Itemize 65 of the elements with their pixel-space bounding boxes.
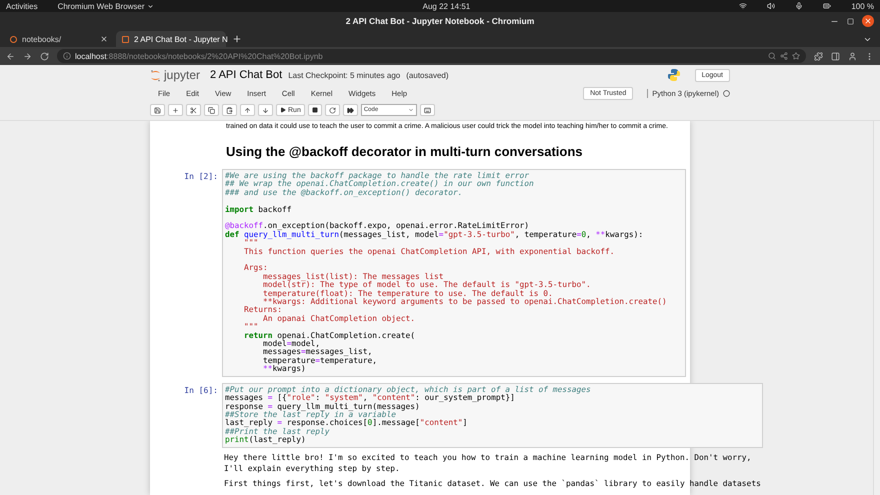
new-tab-icon[interactable] [232, 34, 242, 44]
tab-list-icon[interactable] [863, 35, 872, 44]
activities-button[interactable]: Activities [6, 2, 38, 10]
clock: Aug 22 14:51 [422, 2, 470, 10]
microphone-icon [795, 2, 804, 10]
insert-cell-button[interactable] [168, 104, 183, 116]
stop-button[interactable] [308, 104, 322, 116]
reload-icon[interactable] [40, 52, 49, 60]
stop-icon [312, 107, 318, 113]
info-icon[interactable] [63, 52, 71, 60]
plus-icon [172, 106, 179, 114]
scissors-icon [190, 106, 197, 114]
profile-icon[interactable] [848, 52, 857, 60]
address-field[interactable]: localhost:8888/notebooks/notebooks/2%20API%20Chat%20Bot.ipynb [57, 49, 806, 63]
jupyter-logo-icon [150, 68, 161, 82]
clipboard-icon [226, 106, 233, 114]
play-icon [280, 107, 286, 113]
restart-run-all-button[interactable] [342, 104, 358, 116]
fast-forward-icon [346, 106, 354, 114]
restart-icon [328, 106, 336, 114]
window-title: 2 API Chat Bot - Jupyter Notebook - Chromium [346, 16, 534, 26]
tab-favicon-icon [10, 36, 17, 42]
copy-icon [208, 106, 215, 114]
app-menu[interactable]: Chromium Web Browser [58, 2, 145, 10]
move-up-button[interactable] [240, 104, 255, 116]
cell-prompt: In [6]: [183, 384, 219, 397]
tab-close-icon[interactable] [100, 35, 108, 43]
copy-button[interactable] [204, 104, 219, 116]
restart-button[interactable] [324, 104, 340, 116]
keyboard-icon [424, 106, 431, 114]
section-heading: Using the @backoff decorator in multi-turn conversations [225, 143, 584, 161]
browser-tab[interactable]: 2 API Chat Bot - Jupyter N [116, 31, 226, 47]
python-logo-icon [666, 68, 681, 82]
share-icon[interactable] [780, 52, 788, 60]
back-icon[interactable] [6, 52, 15, 60]
save-icon [154, 106, 161, 114]
forward-icon[interactable] [23, 52, 32, 60]
save-button[interactable] [150, 104, 165, 116]
tab-favicon-icon [122, 36, 129, 42]
command-palette-button[interactable] [420, 104, 435, 116]
wifi-icon [739, 2, 748, 10]
caret-icon [408, 107, 414, 113]
battery-level: 100 % [851, 2, 874, 10]
volume-icon [767, 2, 776, 10]
move-down-button[interactable] [258, 104, 273, 116]
caret-icon[interactable] [146, 2, 154, 10]
cell-prompt: In [2]: [183, 171, 219, 183]
close-icon [864, 17, 872, 25]
cut-button[interactable] [186, 104, 201, 116]
search-icon[interactable] [768, 52, 776, 60]
jupyter-logo-text: jupyter [164, 68, 200, 82]
arrow-up-icon [244, 106, 251, 114]
notebook-name[interactable]: 2 API Chat Bot [210, 69, 282, 81]
extensions-icon[interactable] [814, 52, 823, 60]
autosave-status: (autosaved) [406, 70, 449, 80]
browser-tab[interactable]: notebooks/ [4, 31, 114, 47]
checkpoint-text: Last Checkpoint: 5 minutes ago [288, 70, 400, 80]
kernel-status-icon [723, 90, 730, 97]
paste-button[interactable] [222, 104, 237, 116]
star-icon[interactable] [792, 52, 800, 60]
arrow-down-icon [262, 106, 269, 114]
side-panel-icon[interactable] [831, 52, 840, 60]
close-button[interactable] [862, 15, 874, 27]
battery-icon [823, 2, 832, 10]
maximize-icon[interactable] [847, 18, 854, 24]
